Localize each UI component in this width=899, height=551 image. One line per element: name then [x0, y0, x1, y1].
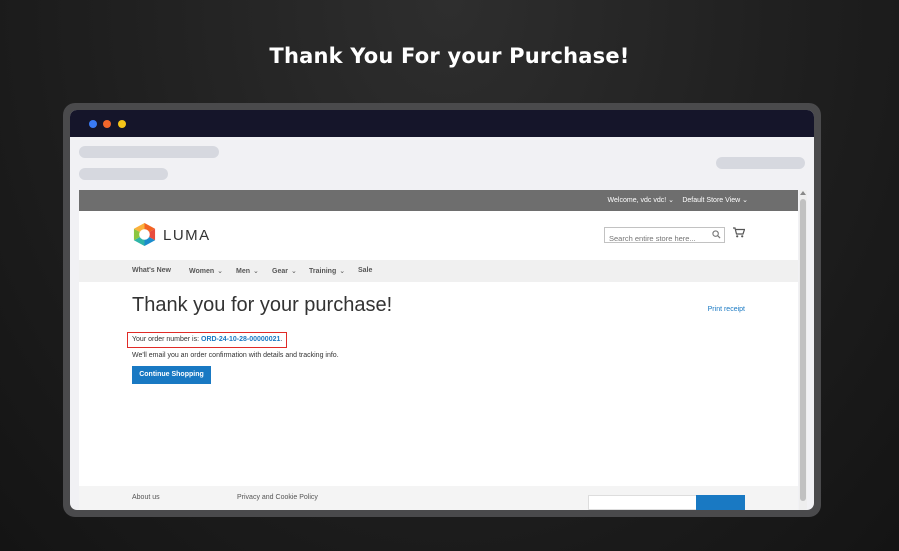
- scrollbar[interactable]: [799, 190, 807, 510]
- nav-item-training[interactable]: Training ⌄: [309, 267, 345, 275]
- order-prefix: Your order number is:: [132, 336, 201, 343]
- chevron-down-icon: ⌄: [742, 197, 748, 204]
- top-bar: Welcome, vdc vdc! ⌄ Default Store View ⌄: [79, 190, 798, 211]
- browser-window: Welcome, vdc vdc! ⌄ Default Store View ⌄…: [70, 110, 814, 510]
- nav-label: Men: [236, 268, 250, 275]
- search-input[interactable]: [605, 231, 709, 246]
- page-viewport: Welcome, vdc vdc! ⌄ Default Store View ⌄…: [79, 190, 798, 510]
- newsletter-subscribe-button[interactable]: [696, 495, 745, 510]
- site-footer: About us Privacy and Cookie Policy: [79, 486, 798, 510]
- page-content: Thank you for your purchase! Print recei…: [79, 282, 798, 486]
- search-icon[interactable]: [712, 230, 721, 239]
- skeleton-bar-3: [716, 157, 805, 169]
- scroll-thumb[interactable]: [800, 199, 806, 501]
- nav-label: What's New: [132, 267, 172, 274]
- chevron-down-icon: ⌄: [668, 197, 674, 204]
- headline: Thank You For your Purchase!: [269, 44, 630, 68]
- brand-name[interactable]: LUMA: [163, 227, 211, 244]
- order-number-box: Your order number is: ORD-24-10-28-00000…: [127, 332, 288, 348]
- nav-label: Sale: [358, 267, 373, 274]
- welcome-menu[interactable]: Welcome, vdc vdc! ⌄: [608, 196, 674, 204]
- nav-item-sale[interactable]: Sale: [358, 267, 372, 274]
- site-header: LUMA: [79, 211, 798, 260]
- print-receipt-link[interactable]: Print receipt: [708, 306, 745, 313]
- page-title: Thank you for your purchase!: [132, 294, 393, 316]
- search-box: [604, 227, 725, 246]
- cart-icon[interactable]: [733, 227, 745, 238]
- nav-item-men[interactable]: Men ⌄: [236, 267, 259, 275]
- footer-link-about-us[interactable]: About us: [132, 494, 160, 501]
- order-suffix: .: [280, 336, 283, 343]
- chevron-down-icon: ⌄: [290, 268, 297, 275]
- chevron-down-icon: ⌄: [253, 268, 259, 275]
- window-dot-blue[interactable]: [89, 120, 97, 128]
- newsletter-input[interactable]: [588, 495, 697, 510]
- nav-label: Gear: [272, 268, 288, 275]
- order-number-link[interactable]: ORD-24-10-28-00000021: [201, 336, 280, 343]
- window-dot-yellow[interactable]: [118, 120, 126, 128]
- continue-shopping-button[interactable]: Continue Shopping: [132, 366, 211, 384]
- chevron-down-icon: ⌄: [339, 268, 346, 275]
- luma-logo-icon[interactable]: [132, 222, 157, 247]
- nav-label: Training: [309, 268, 337, 275]
- store-view-label: Default Store View: [682, 197, 741, 204]
- store-view-switcher[interactable]: Default Store View ⌄: [682, 196, 748, 204]
- window-dot-orange[interactable]: [103, 120, 111, 128]
- nav-label: Women: [189, 268, 215, 275]
- skeleton-bar-2: [79, 168, 168, 180]
- title-bar: [70, 110, 814, 137]
- scroll-up-arrow-icon[interactable]: [800, 191, 806, 195]
- nav-item-gear[interactable]: Gear ⌄: [272, 267, 297, 275]
- footer-link-privacy[interactable]: Privacy and Cookie Policy: [237, 494, 318, 501]
- nav-item-whats-new[interactable]: What's New: [132, 267, 171, 274]
- nav-item-women[interactable]: Women ⌄: [189, 267, 223, 275]
- main-nav: What's New Women ⌄ Men ⌄ Gear ⌄ Training ⌄ S…: [79, 260, 798, 282]
- welcome-label: Welcome, vdc vdc!: [607, 197, 667, 204]
- chevron-down-icon: ⌄: [217, 268, 224, 275]
- skeleton-bar-1: [79, 146, 219, 158]
- email-note: We'll email you an order confirmation wi…: [132, 352, 339, 359]
